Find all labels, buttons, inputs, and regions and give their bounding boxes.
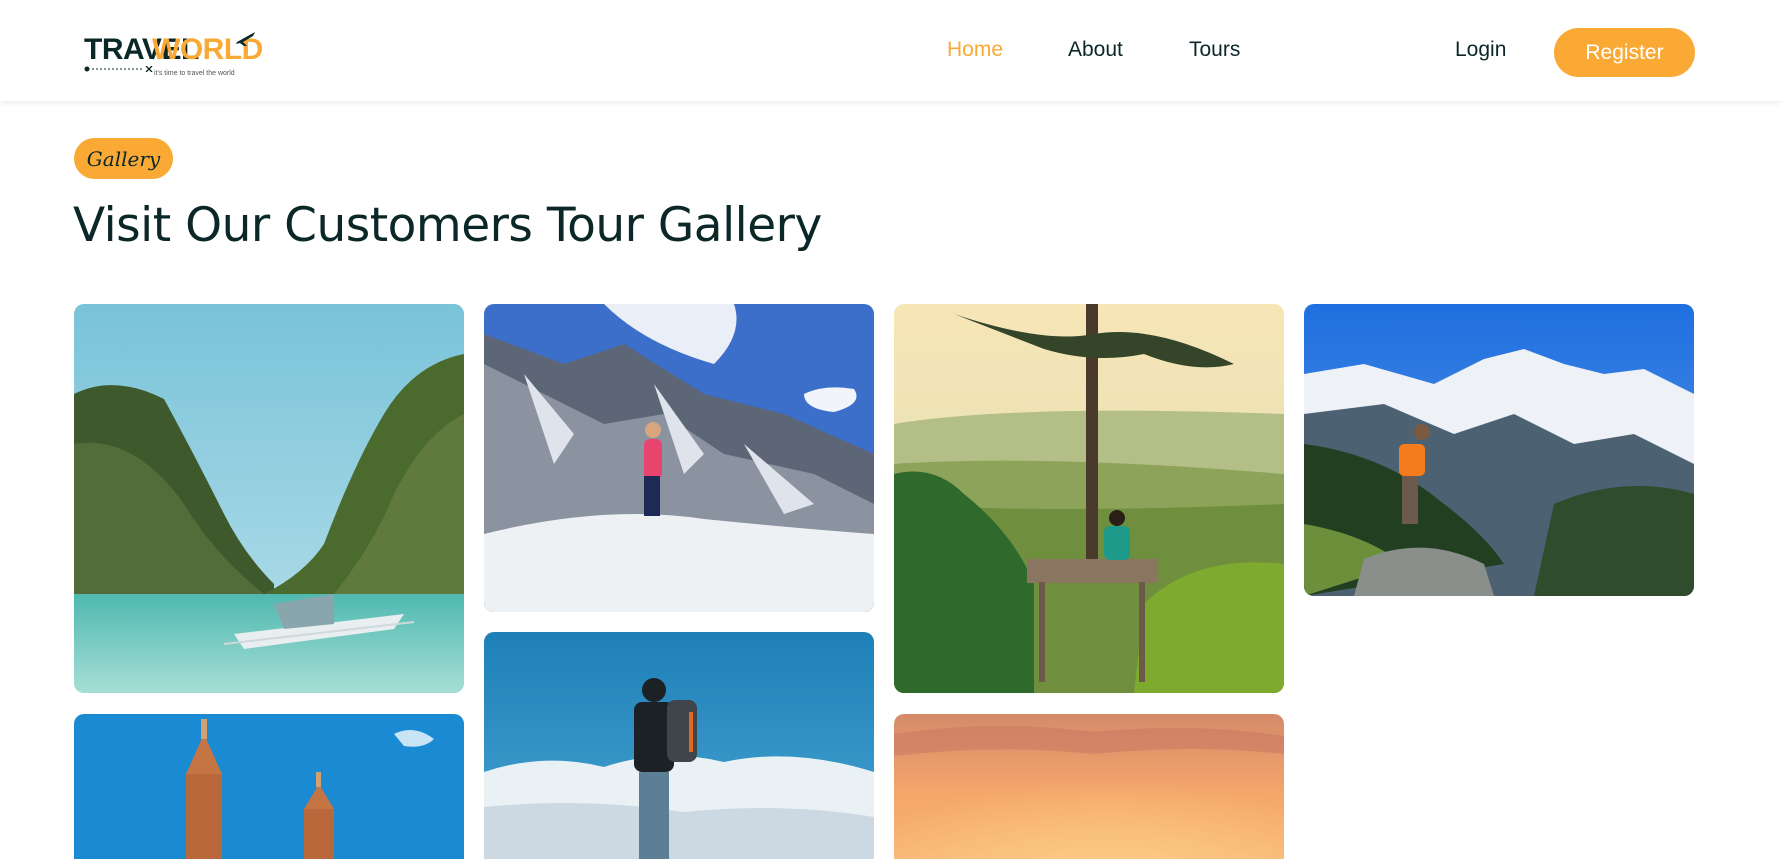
gallery-image-hiker-peaks[interactable] [1304, 304, 1694, 596]
gallery-image-lagoon[interactable] [74, 304, 464, 693]
nav-home[interactable]: Home [947, 38, 1003, 62]
gallery-image-sunset[interactable] [894, 714, 1284, 859]
page-title: Visit Our Customers Tour Gallery [73, 198, 822, 253]
gallery-image-treehouse[interactable] [894, 304, 1284, 693]
gallery-image-backpacker[interactable] [484, 632, 874, 859]
travelworld-logo[interactable]: TRAVEL WORLD it's time to travel the wor… [84, 30, 263, 82]
gallery-badge: Gallery [74, 138, 173, 179]
login-button[interactable]: Login [1455, 38, 1506, 62]
register-button[interactable]: Register [1554, 28, 1695, 77]
gallery-image-church[interactable] [74, 714, 464, 859]
route-dots-icon [84, 66, 153, 72]
logo-tagline: it's time to travel the world [154, 70, 235, 77]
airplane-icon [236, 32, 255, 46]
nav-tours[interactable]: Tours [1189, 38, 1240, 62]
gallery-image-snow-climber[interactable] [484, 304, 874, 612]
nav-about[interactable]: About [1068, 38, 1123, 62]
site-header: TRAVEL WORLD it's time to travel the wor… [0, 0, 1781, 101]
